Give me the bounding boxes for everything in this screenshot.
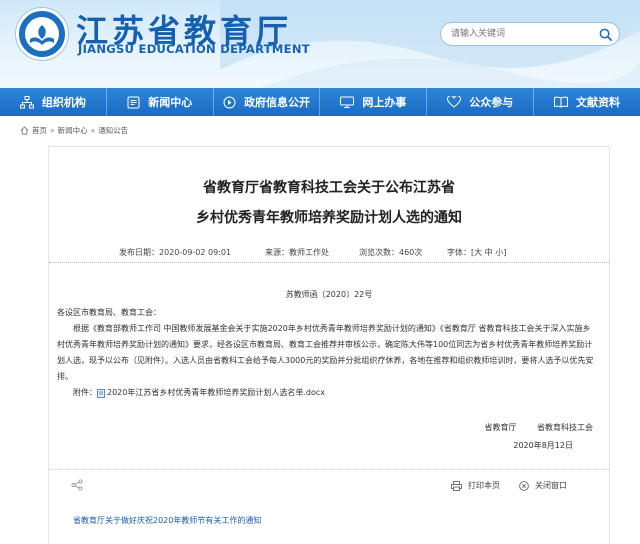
search-box [440,22,620,46]
org-chart-icon [19,95,34,108]
info-disclosure-icon [223,96,236,108]
nav-item-news[interactable]: 新闻中心 [107,88,214,116]
breadcrumb-notices[interactable]: 通知公告 [98,125,128,136]
nav-item-online-service[interactable]: 网上办事 [320,88,428,116]
close-window-button[interactable]: 关闭窗口 [519,480,567,491]
heart-icon [447,96,462,108]
close-icon [519,480,529,491]
main-nav: 组织机构 新闻中心 政府信息公开 网上办事 公众参与 文献资料 [0,88,640,116]
nav-item-info-disclosure[interactable]: 政府信息公开 [214,88,321,116]
sign-org-union: 省教育科技工会 [537,423,593,432]
share-icon[interactable] [71,479,83,491]
monitor-icon [340,96,355,108]
nav-item-documents[interactable]: 文献资料 [534,88,640,116]
breadcrumb-news-center[interactable]: 新闻中心 [58,125,88,136]
salutation: 各设区市教育局、教育工会： [57,308,161,317]
print-page-button[interactable]: 打印本页 [451,480,500,491]
close-label: 关闭窗口 [535,481,567,490]
printer-icon [451,480,462,491]
word-document-icon [97,388,105,398]
sign-date: 2020年8月12日 [513,441,573,450]
signature-block: 省教育厅 省教育科技工会 2020年8月12日 [466,419,593,455]
nav-label: 文献资料 [576,96,621,109]
article-panel: 省教育厅省教育科技工会关于公布江苏省 乡村优秀青年教师培养奖励计划人选的通知 发… [48,146,610,544]
print-label: 打印本页 [468,481,500,490]
education-department-logo[interactable] [16,8,68,60]
nav-label: 网上办事 [362,96,407,109]
article-meta: 发布日期：2020-09-02 09:01 来源：教师工作处 浏览次数：460次… [49,245,609,263]
book-leaf-icon [30,25,54,45]
nav-item-organization[interactable]: 组织机构 [0,88,107,116]
article-source: 来源：教师工作处 [265,248,329,257]
divider [49,469,609,470]
nav-label: 新闻中心 [148,96,193,109]
home-icon [20,126,29,135]
attachment-line: 附件： 2020年江苏省乡村优秀青年教师培养奖励计划人选名单.docx [57,385,597,401]
breadcrumb-home[interactable]: 首页 [32,125,47,136]
article-toolbar: 打印本页 关闭窗口 [49,477,609,497]
sign-org-education-dept: 省教育厅 [484,423,517,432]
font-size-selector[interactable]: 字体：[大 中 小] [447,247,506,258]
related-article-link[interactable]: 省教育厅关于做好庆祝2020年教师节有关工作的通知 [73,515,261,526]
article-body: 各设区市教育局、教育工会： 根据《教育部教师工作司 中国教师发展基金会关于实施2… [57,305,597,401]
article-title-line1: 省教育厅省教育科技工会关于公布江苏省 [203,180,455,196]
breadcrumb: 首页 » 新闻中心 » 通知公告 [20,125,128,136]
search-icon[interactable] [598,27,613,42]
news-icon [127,96,140,108]
publish-date: 发布日期：2020-09-02 09:01 [119,248,232,257]
attachment-link[interactable]: 2020年江苏省乡村优秀青年教师培养奖励计划人选名单.docx [107,385,325,401]
breadcrumb-separator: » [50,126,55,135]
site-header: 江苏省教育厅 JIANGSU EDUCATION DEPARTMENT [0,0,640,88]
view-count: 浏览次数：460次 [359,248,423,257]
attachment-label: 附件： [73,388,97,397]
document-number: 苏教师函〔2020〕22号 [285,290,373,299]
breadcrumb-separator: » [90,126,96,135]
article-title-line2: 乡村优秀青年教师培养奖励计划人选的通知 [196,210,462,226]
nav-label: 公众参与 [469,96,514,109]
body-paragraph: 根据《教育部教师工作司 中国教师发展基金会关于实施2020年乡村优秀青年教师培养… [57,324,594,381]
book-icon [554,96,569,108]
nav-label: 政府信息公开 [244,96,311,109]
nav-item-public-participation[interactable]: 公众参与 [427,88,535,116]
nav-label: 组织机构 [41,96,86,109]
site-subtitle: JIANGSU EDUCATION DEPARTMENT [78,42,310,56]
search-input[interactable] [451,26,591,42]
